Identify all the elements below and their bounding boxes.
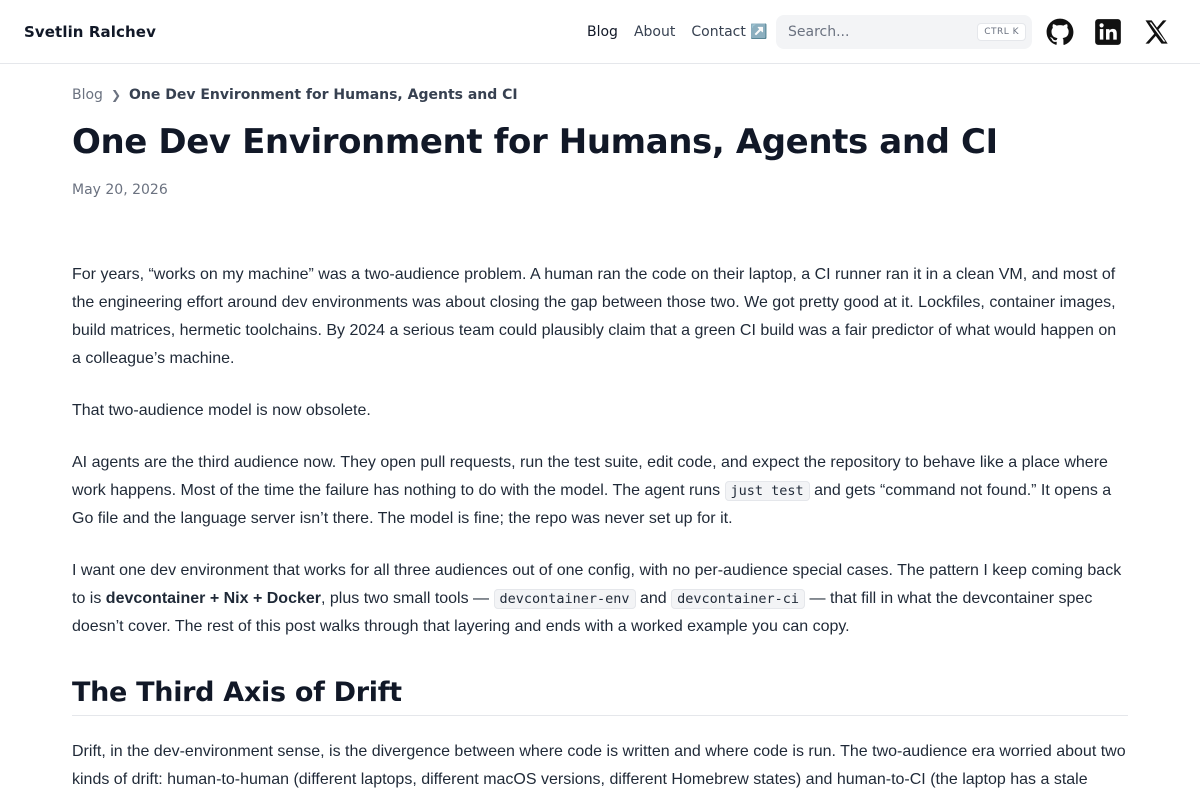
paragraph-obsolete: That two-audience model is now obsolete.	[72, 402, 371, 419]
linkedin-icon[interactable]	[1094, 18, 1122, 46]
paragraph-intro: For years, “works on my machine” was a t…	[72, 266, 1117, 367]
breadcrumb: Blog ❯ One Dev Environment for Humans, A…	[72, 87, 1128, 103]
paragraph-drift: Drift, in the dev-environment sense, is …	[72, 743, 1126, 788]
section-heading-third-axis: The Third Axis of Drift	[72, 679, 1128, 716]
search-placeholder: Search...	[788, 24, 850, 40]
top-bar: Svetlin Ralchev Blog About Contact ↗️ Se…	[0, 0, 1200, 64]
github-icon[interactable]	[1046, 18, 1074, 46]
inline-code-devcontainer-ci: devcontainer-ci	[671, 589, 806, 609]
article-main: Blog ❯ One Dev Environment for Humans, A…	[0, 87, 1200, 794]
paragraph-agents: AI agents are the third audience now. Th…	[72, 449, 1128, 533]
breadcrumb-blog-link[interactable]: Blog	[72, 87, 103, 103]
nav-about[interactable]: About	[634, 24, 675, 40]
nav-blog[interactable]: Blog	[587, 24, 618, 40]
inline-code-devcontainer-env: devcontainer-env	[493, 589, 636, 609]
paragraph-pattern-emphasis: devcontainer + Nix + Docker	[105, 590, 321, 607]
search-shortcut: CTRL K	[977, 23, 1026, 41]
article-body: For years, “works on my machine” was a t…	[72, 261, 1128, 794]
article-date: May 20, 2026	[72, 182, 168, 198]
paragraph-pattern: I want one dev environment that works fo…	[72, 557, 1128, 641]
chevron-right-icon: ❯	[110, 88, 122, 102]
paragraph-pattern-text-3: and	[635, 590, 672, 607]
inline-code-just-test: just test	[724, 481, 810, 501]
site-name[interactable]: Svetlin Ralchev	[24, 23, 156, 41]
article-title: One Dev Environment for Humans, Agents a…	[72, 122, 998, 162]
search-box[interactable]: Search... CTRL K	[776, 15, 1032, 49]
nav-contact[interactable]: Contact ↗️	[691, 24, 767, 40]
x-icon[interactable]	[1142, 18, 1170, 46]
breadcrumb-current: One Dev Environment for Humans, Agents a…	[129, 87, 518, 103]
paragraph-pattern-text-2: , plus two small tools —	[321, 590, 494, 607]
main-nav: Blog About Contact ↗️	[587, 0, 784, 64]
